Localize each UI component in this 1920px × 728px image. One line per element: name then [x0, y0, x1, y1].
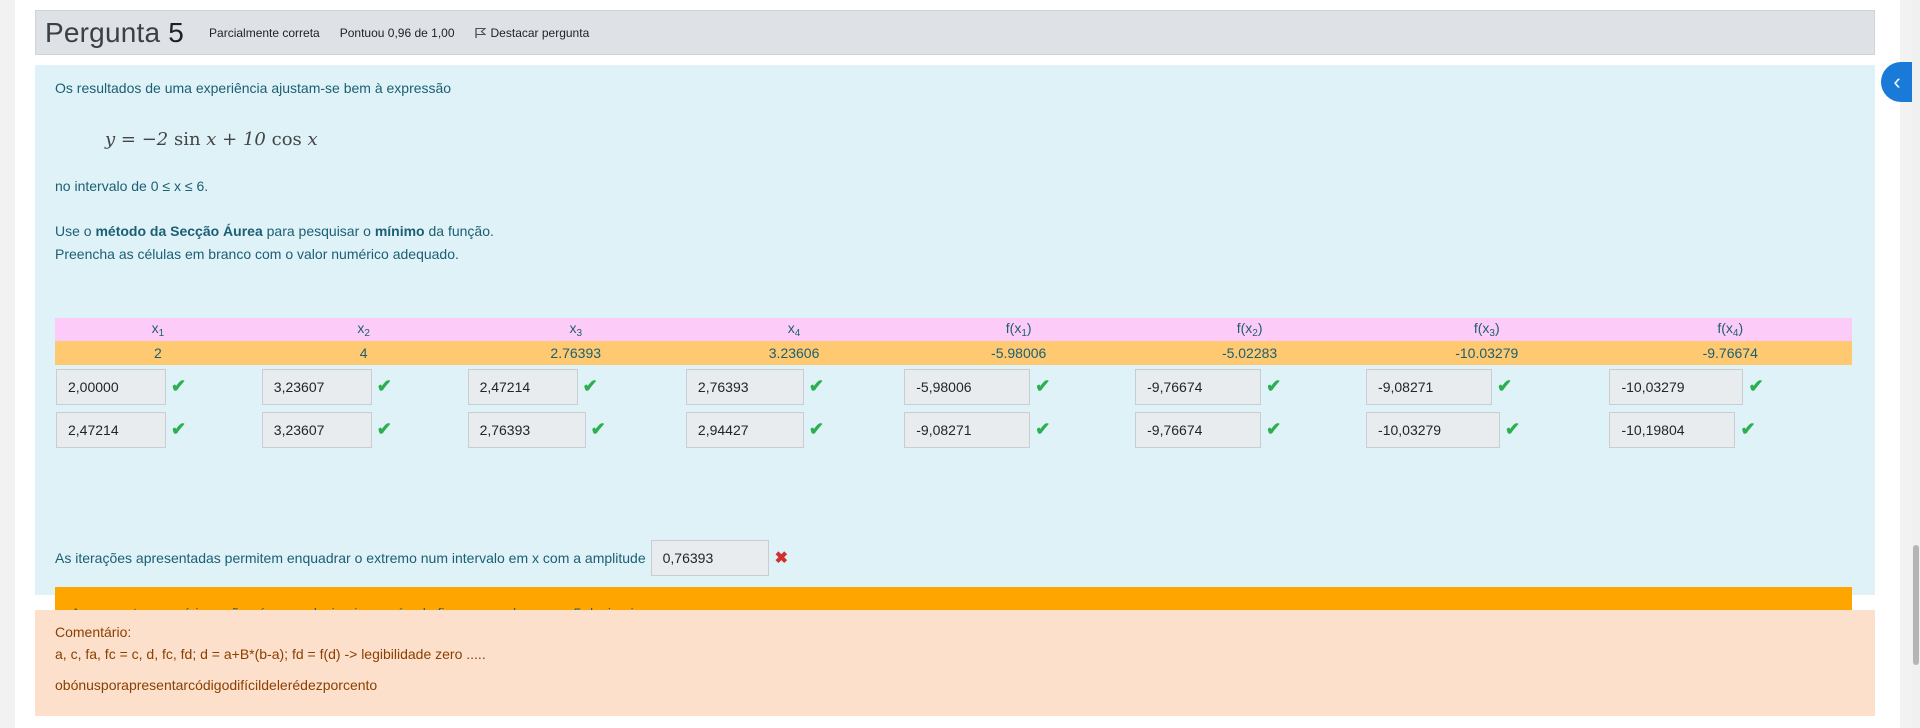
flag-question-label: Destacar pergunta [490, 25, 590, 40]
column-header: f(x2) [1236, 320, 1263, 339]
answer-input[interactable]: 3,23607 [261, 368, 372, 405]
answer-input[interactable]: -9,08271 [904, 411, 1031, 448]
question-header: Pergunta 5 Parcialmente correta Pontuou … [35, 10, 1875, 55]
check-icon: ✔ [376, 376, 392, 396]
comment-line2: obónusporapresentarcódigodifícildeleréde… [55, 677, 378, 693]
scrollbar[interactable] [1912, 0, 1920, 728]
comment-title: Comentário: [55, 624, 132, 640]
comment-line1: a, c, fa, fc = c, d, fc, fd; d = a+B*(b-… [55, 646, 486, 662]
page: Pergunta 5 Parcialmente correta Pontuou … [15, 0, 1900, 728]
given-cell: 2 [153, 345, 162, 361]
answer-input[interactable]: 2,76393 [685, 368, 804, 405]
column-header: x4 [787, 320, 801, 339]
answer-input[interactable]: 2,76393 [467, 411, 586, 448]
comment-box: Comentário: a, c, fa, fc = c, d, fc, fd;… [35, 610, 1875, 716]
column-header: f(x1) [1005, 320, 1032, 339]
answer-input[interactable]: 2,00000 [56, 368, 166, 405]
answer-input[interactable]: -10,03279 [1609, 368, 1744, 405]
answer-input[interactable]: -10,19804 [1609, 411, 1736, 448]
column-header: x1 [151, 320, 165, 339]
given-cell: -9.76674 [1702, 345, 1758, 361]
answer-input[interactable]: 3,23607 [261, 411, 372, 448]
question-grade: Pontuou 0,96 de 1,00 [339, 25, 455, 40]
given-cell: -5.02283 [1221, 345, 1278, 361]
column-header: x2 [357, 320, 370, 339]
given-cell: -5.98006 [991, 345, 1047, 361]
answer-input[interactable]: 2,94427 [685, 411, 804, 448]
amplitude-input[interactable]: 0,76393 [650, 540, 769, 576]
answer-input[interactable]: -10,03279 [1366, 411, 1501, 448]
scrollbar-thumb[interactable] [1913, 545, 1919, 665]
check-icon: ✔ [582, 376, 598, 396]
flag-icon [474, 27, 486, 38]
check-icon: ✔ [376, 419, 392, 439]
check-icon: ✔ [171, 419, 187, 439]
answer-row: 2,47214 ✔ 3,23607 ✔ 2,76393 ✔ 2,94427 ✔ -9,0… [55, 408, 1852, 451]
answer-input[interactable]: -9,76674 [1135, 411, 1262, 448]
answer-input[interactable]: 2,47214 [467, 368, 578, 405]
column-header: x3 [569, 320, 583, 339]
amplitude-question: As iterações apresentadas permitem enqua… [55, 540, 788, 576]
golden-section-table: x1 x2 x3 x4 f(x1) f(x2) f(x3) f(x4) 2 4 … [55, 318, 1852, 451]
given-cell: 3.23606 [768, 345, 820, 361]
given-values-row: 2 4 2.76393 3.23606 -5.98006 -5.02283 -1… [55, 341, 1852, 365]
chevron-left-icon: ‹ [1893, 69, 1901, 94]
flag-question-link[interactable]: Destacar pergunta [474, 25, 590, 40]
check-icon: ✔ [1505, 419, 1521, 439]
instruction-text: Use o método da Secção Áurea para pesqui… [55, 223, 494, 239]
given-cell: 4 [359, 345, 368, 361]
check-icon: ✔ [1748, 376, 1764, 396]
answer-row: 2,00000 ✔ 3,23607 ✔ 2,47214 ✔ 2,76393 ✔ -5,9… [55, 365, 1852, 408]
intro-text: Os resultados de uma experiência ajustam… [55, 80, 452, 96]
answer-input[interactable]: 2,47214 [56, 411, 166, 448]
amplitude-label: As iterações apresentadas permitem enqua… [55, 550, 646, 566]
table-header-row: x1 x2 x3 x4 f(x1) f(x2) f(x3) f(x4) [55, 318, 1852, 341]
check-icon: ✔ [1497, 376, 1513, 396]
column-header: f(x4) [1717, 320, 1744, 339]
instruction-line2: Preencha as células em branco com o valo… [55, 246, 459, 262]
check-icon: ✔ [1740, 419, 1756, 439]
check-icon: ✔ [590, 419, 606, 439]
check-icon: ✔ [808, 419, 824, 439]
check-icon: ✔ [1035, 376, 1051, 396]
question-title: Pergunta 5 [45, 16, 185, 48]
check-icon: ✔ [1266, 376, 1282, 396]
check-icon: ✔ [808, 376, 824, 396]
interval-text: no intervalo de 0 ≤ x ≤ 6. [55, 178, 209, 194]
check-icon: ✔ [1266, 419, 1282, 439]
question-body: Os resultados de uma experiência ajustam… [35, 65, 1875, 639]
answer-input[interactable]: -9,08271 [1366, 368, 1493, 405]
given-cell: -10.03279 [1455, 345, 1519, 361]
check-icon: ✔ [1035, 419, 1051, 439]
check-icon: ✔ [171, 376, 187, 396]
answer-input[interactable]: -5,98006 [904, 368, 1031, 405]
formula: y = −2 sin x + 10 cos x [105, 129, 318, 150]
drawer-toggle[interactable]: ‹ [1881, 62, 1913, 102]
cross-icon: ✖ [774, 550, 789, 567]
given-cell: 2.76393 [550, 345, 602, 361]
column-header: f(x3) [1473, 320, 1500, 339]
question-state: Parcialmente correta [209, 25, 320, 40]
answer-input[interactable]: -9,76674 [1135, 368, 1262, 405]
